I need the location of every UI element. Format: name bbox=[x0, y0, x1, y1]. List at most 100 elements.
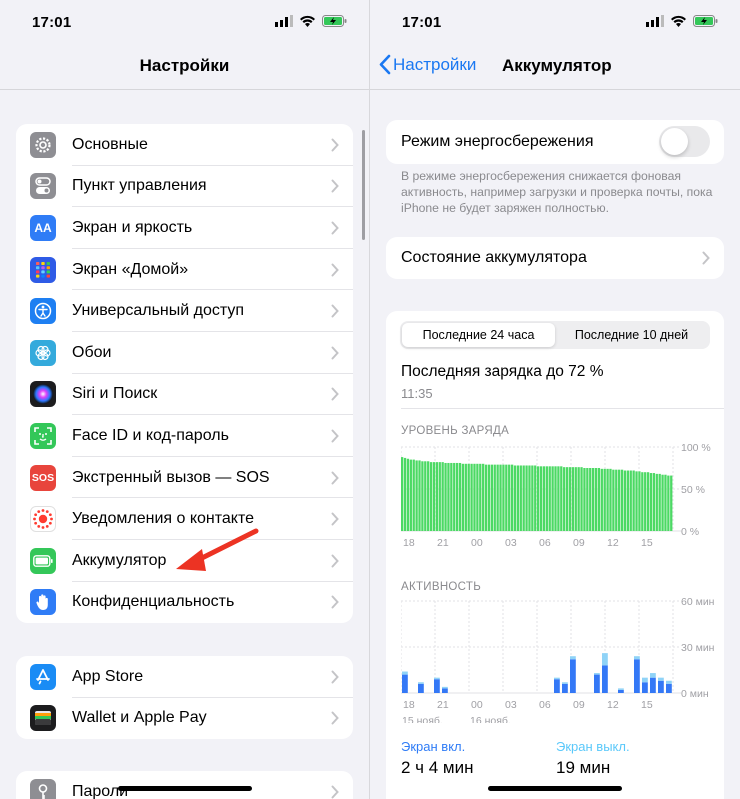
level-bar bbox=[519, 465, 522, 531]
sos-icon: SOS bbox=[30, 464, 56, 491]
level-bar bbox=[487, 464, 491, 531]
x-tick-label: 21 bbox=[437, 537, 449, 549]
level-bar bbox=[620, 469, 624, 531]
settings-row-siri[interactable]: Siri и Поиск bbox=[16, 374, 353, 416]
level-bar bbox=[479, 463, 482, 531]
low-power-toggle[interactable] bbox=[659, 126, 710, 157]
y-tick-label: 0 % bbox=[681, 526, 699, 538]
level-bar bbox=[606, 468, 609, 531]
home-indicator[interactable] bbox=[117, 786, 252, 791]
level-bar bbox=[505, 464, 508, 531]
level-bar bbox=[551, 466, 554, 531]
activity-bar-on bbox=[666, 683, 672, 693]
back-button[interactable]: Настройки bbox=[378, 54, 476, 75]
level-bar bbox=[626, 470, 629, 531]
level-bar bbox=[629, 470, 632, 531]
activity-bar-on bbox=[634, 659, 640, 693]
settings-row-wallet[interactable]: Wallet и Apple Pay bbox=[16, 698, 353, 740]
text-size-icon: AA bbox=[30, 214, 56, 241]
level-bar bbox=[455, 462, 459, 531]
settings-row-hand[interactable]: Конфиденциальность bbox=[16, 582, 353, 624]
back-label: Настройки bbox=[393, 54, 477, 74]
level-bar bbox=[548, 466, 551, 531]
level-bar bbox=[586, 468, 589, 531]
activity-bar-off bbox=[442, 686, 448, 689]
level-bar bbox=[473, 463, 476, 531]
chevron-right-icon bbox=[331, 304, 339, 318]
activity-bar-off bbox=[602, 653, 608, 666]
settings-row-label: Универсальный доступ bbox=[72, 302, 245, 320]
activity-chart: 60 мин 30 мин 0 мин 18 21 00 03 06 09 12 15 15 нояб… bbox=[401, 596, 715, 723]
level-bar bbox=[577, 467, 580, 531]
settings-row-home-grid[interactable]: Экран «Домой» bbox=[16, 249, 353, 291]
x-tick-label: 00 bbox=[471, 699, 483, 711]
settings-row-faceid[interactable]: Face ID и код-пароль bbox=[16, 415, 353, 457]
scroll-indicator[interactable] bbox=[362, 130, 365, 240]
signal-icon bbox=[646, 15, 664, 27]
home-indicator[interactable] bbox=[488, 786, 622, 791]
x-tick-label: 03 bbox=[505, 699, 517, 711]
level-bar bbox=[435, 462, 439, 531]
settings-row-gear[interactable]: Основные bbox=[16, 124, 353, 166]
chevron-right-icon bbox=[331, 471, 339, 485]
tab-last-10d[interactable]: Последние 10 дней bbox=[555, 323, 708, 347]
activity-bar-on bbox=[658, 680, 664, 693]
level-bar bbox=[571, 467, 575, 531]
activity-bar-off bbox=[658, 677, 664, 681]
settings-row-accessibility[interactable]: Универсальный доступ bbox=[16, 290, 353, 332]
activity-bar-on bbox=[442, 688, 448, 693]
level-bar bbox=[421, 461, 424, 531]
level-bar bbox=[427, 461, 430, 531]
settings-row-text-size[interactable]: AA Экран и яркость bbox=[16, 207, 353, 249]
x-tick-label: 03 bbox=[505, 537, 517, 549]
level-bar bbox=[591, 468, 595, 531]
x-tick-label: 21 bbox=[437, 699, 449, 711]
activity-bar-on bbox=[434, 679, 440, 693]
chevron-right-icon bbox=[331, 785, 339, 799]
activity-bar-off bbox=[642, 677, 648, 683]
settings-row-sos[interactable]: SOS Экстренный вызов — SOS bbox=[16, 457, 353, 499]
settings-row-flower[interactable]: Обои bbox=[16, 332, 353, 374]
settings-screen: 17:01 Настройки Основные Пункт управления… bbox=[0, 0, 370, 799]
settings-row-toggles[interactable]: Пункт управления bbox=[16, 166, 353, 208]
chevron-right-icon bbox=[331, 221, 339, 235]
level-bar bbox=[438, 462, 441, 531]
level-bar bbox=[516, 465, 520, 531]
level-bar bbox=[537, 466, 540, 531]
level-bar bbox=[441, 462, 444, 531]
x-tick-label: 00 bbox=[471, 537, 483, 549]
battery-health-row[interactable]: Состояние аккумулятора bbox=[386, 237, 724, 279]
level-bar bbox=[594, 468, 598, 531]
settings-row-label: App Store bbox=[72, 667, 144, 685]
battery-usage-card: Последние 24 часа Последние 10 дней Посл… bbox=[386, 311, 724, 799]
level-bar bbox=[444, 462, 447, 531]
settings-row-key[interactable]: Пароли bbox=[16, 771, 353, 799]
chevron-right-icon bbox=[331, 429, 339, 443]
level-bar bbox=[493, 464, 496, 531]
level-bar bbox=[499, 464, 502, 531]
x-date-label: 15 нояб. bbox=[402, 715, 443, 723]
settings-row-label: Face ID и код-пароль bbox=[72, 426, 229, 444]
tab-last-24h[interactable]: Последние 24 часа bbox=[402, 323, 555, 347]
activity-bar-off bbox=[402, 671, 408, 675]
hand-icon bbox=[30, 589, 56, 616]
activity-bar-off bbox=[650, 673, 656, 678]
chevron-right-icon bbox=[331, 179, 339, 193]
settings-row-label: Основные bbox=[72, 135, 148, 153]
level-bar bbox=[461, 463, 465, 531]
activity-bar-off bbox=[634, 656, 640, 660]
chevron-right-icon bbox=[331, 138, 339, 152]
settings-row-label: Пункт управления bbox=[72, 177, 207, 195]
activity-bar-on bbox=[418, 683, 424, 693]
battery-screen: 17:01 Настройки Аккумулятор Режим энерго… bbox=[370, 0, 740, 799]
x-tick-label: 15 bbox=[641, 537, 653, 549]
settings-row-appstore[interactable]: App Store bbox=[16, 656, 353, 698]
level-bar bbox=[467, 463, 470, 531]
settings-row-label: Wallet и Apple Pay bbox=[72, 709, 207, 727]
level-bar bbox=[476, 463, 479, 531]
level-bar bbox=[652, 473, 656, 531]
x-tick-label: 09 bbox=[573, 699, 585, 711]
chevron-right-icon bbox=[331, 263, 339, 277]
level-chart-title: УРОВЕНЬ ЗАРЯДА bbox=[401, 425, 510, 437]
level-bar bbox=[568, 467, 572, 531]
